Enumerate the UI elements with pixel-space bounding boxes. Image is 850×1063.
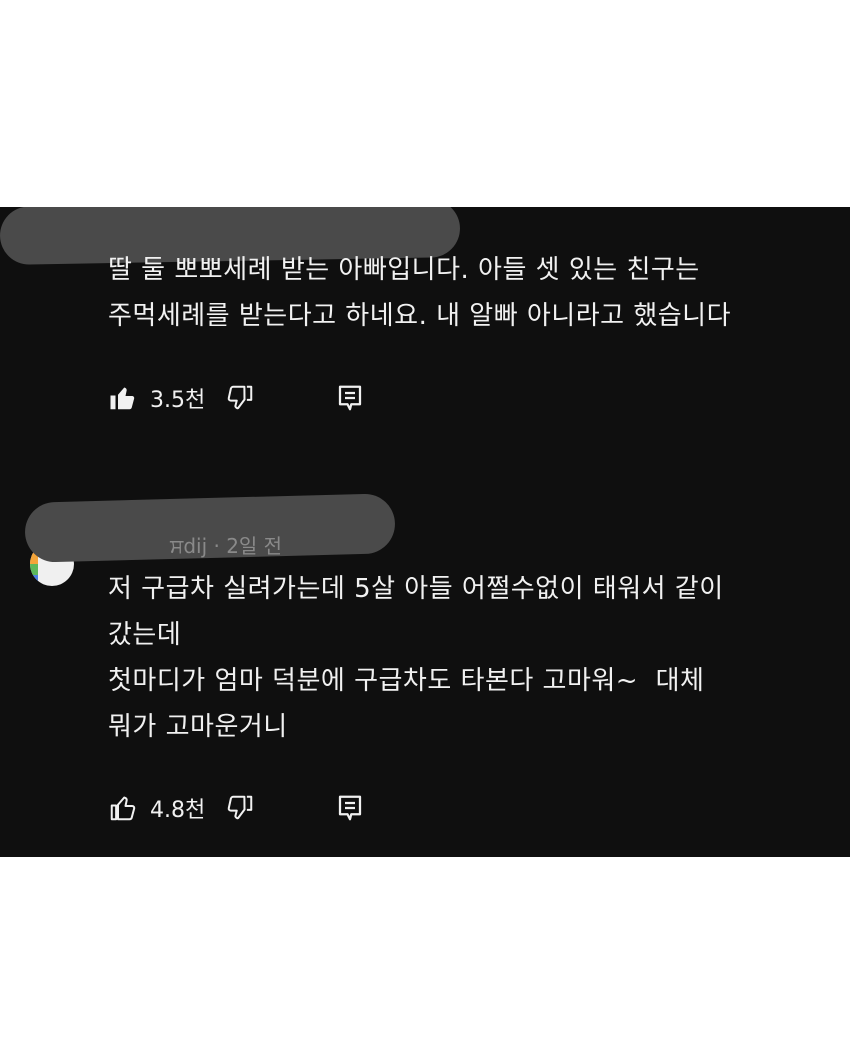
thumbs-down-outline-icon[interactable] (225, 793, 255, 823)
comment-text: 저 구급차 실려가는데 5살 아들 어쩔수없이 태워서 같이 갔는데 첫마디가 … (108, 574, 724, 742)
thumbs-up-filled-icon[interactable] (108, 383, 138, 413)
reply-comment-icon[interactable] (335, 793, 365, 823)
comment-text: 딸 둘 뽀뽀세례 받는 아빠입니다. 아들 셋 있는 친구는 주먹세례를 받는다… (108, 255, 732, 331)
comments-panel: 딸 둘 뽀뽀세례 받는 아빠입니다. 아들 셋 있는 친구는 주먹세례를 받는다… (0, 207, 850, 857)
like-count: 3.5천 (150, 388, 206, 413)
comment-actions: 4.8천 (108, 791, 365, 825)
like-count: 4.8천 (150, 798, 206, 823)
comment-actions: 3.5천 (108, 381, 365, 415)
thumbs-up-outline-icon[interactable] (108, 793, 138, 823)
reply-comment-icon[interactable] (335, 383, 365, 413)
comment-meta: ਸdij · 2일 전 (170, 534, 283, 558)
thumbs-down-outline-icon[interactable] (225, 383, 255, 413)
